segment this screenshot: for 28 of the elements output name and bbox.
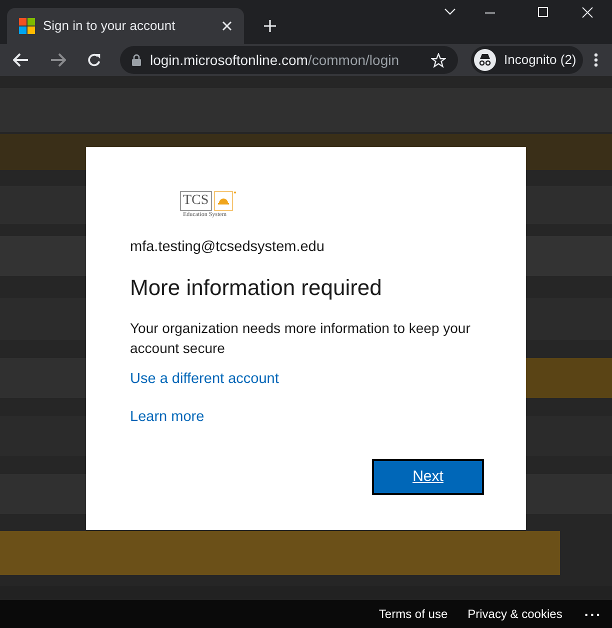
chevron-down-icon[interactable] <box>444 8 456 16</box>
back-arrow-icon[interactable] <box>13 53 29 67</box>
close-icon[interactable] <box>582 7 593 18</box>
text-link[interactable]: Learn more <box>130 406 204 428</box>
footer-link[interactable]: Terms of use <box>378 605 448 623</box>
page-heading: More information required <box>130 274 383 302</box>
close-icon[interactable] <box>222 21 232 31</box>
incognito-icon <box>474 49 496 71</box>
address-bar[interactable]: login.microsoftonline.com/common/login <box>120 46 458 74</box>
menu-icon[interactable] <box>594 53 598 67</box>
next-button[interactable]: Next <box>372 459 484 496</box>
lock-icon <box>132 54 141 66</box>
text-link[interactable]: Use a different account <box>130 368 279 390</box>
minimize-icon[interactable] <box>485 12 495 14</box>
star-icon[interactable] <box>431 52 446 68</box>
tab-title: Sign in to your account <box>43 17 176 36</box>
maximize-icon[interactable] <box>538 7 548 17</box>
browser-tab[interactable]: Sign in to your account <box>7 8 244 44</box>
profile-button[interactable]: Incognito (2) <box>471 46 583 74</box>
windows-logo-icon <box>19 18 35 34</box>
new-tab-icon[interactable] <box>264 20 276 32</box>
footer-link[interactable]: Privacy & cookies <box>468 605 562 623</box>
info-message: Your organization needs more information to keep your account secure <box>130 318 472 358</box>
url-text: login.microsoftonline.com/common/login <box>150 50 400 70</box>
forward-arrow-icon[interactable] <box>50 53 66 67</box>
more-options-button[interactable]: ... <box>584 604 602 624</box>
reload-icon[interactable] <box>87 52 102 68</box>
account-email: mfa.testing@tcsedsystem.edu <box>130 238 326 257</box>
